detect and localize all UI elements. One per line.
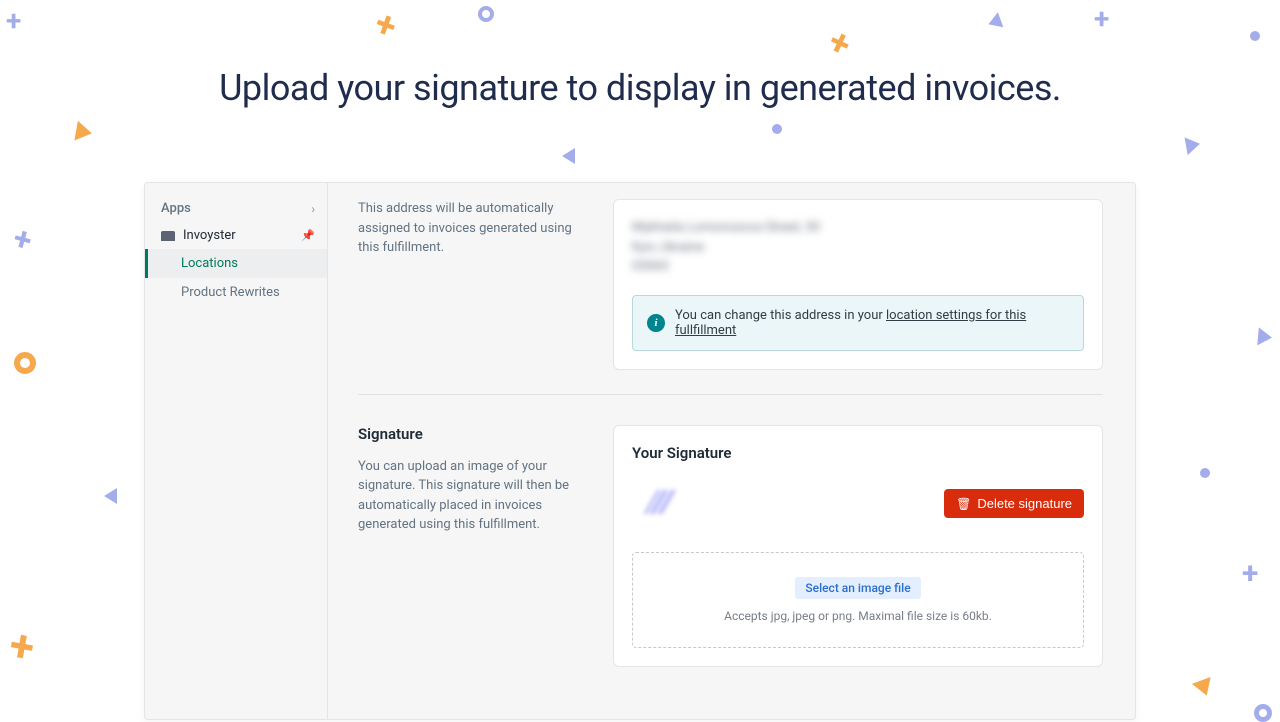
address-section: This address will be automatically assig… [358, 199, 1103, 395]
main-content: This address will be automatically assig… [328, 183, 1135, 719]
signature-section: Signature You can upload an image of you… [358, 425, 1103, 691]
decoration-circle [478, 6, 494, 22]
sidebar-item-locations[interactable]: Locations [145, 249, 327, 278]
decoration-triangle [1192, 677, 1216, 699]
address-description: This address will be automatically assig… [358, 199, 583, 258]
sidebar-app-label: Invoyster [183, 228, 236, 243]
chevron-right-icon: › [311, 202, 315, 216]
decoration-dot [772, 124, 782, 134]
upload-hint: Accepts jpg, jpeg or png. Maximal file s… [657, 609, 1059, 623]
blurred-address: Mykhaila Lomonosova Street, 50 Kyiv, Ukr… [632, 218, 1084, 277]
decoration-triangle [74, 121, 93, 143]
decoration-circle [1254, 704, 1272, 722]
app-window: Apps › Invoyster 📌 Locations Product Rew… [144, 182, 1136, 720]
decoration-triangle [986, 12, 1004, 31]
select-file-button[interactable]: Select an image file [795, 577, 920, 599]
decoration-circle [14, 352, 36, 374]
decoration-plus: + [6, 4, 21, 37]
decoration-triangle [562, 148, 575, 164]
app-icon [161, 231, 175, 241]
info-banner: i You can change this address in your lo… [632, 295, 1084, 351]
decoration-triangle [1185, 135, 1202, 155]
decoration-plus: + [369, 2, 402, 48]
sidebar-item-label: Locations [181, 256, 238, 271]
delete-signature-button[interactable]: 🗑 Delete signature [944, 489, 1084, 518]
signature-heading: Signature [358, 425, 583, 443]
decoration-triangle [1257, 327, 1273, 346]
decoration-plus: + [1242, 556, 1258, 591]
decoration-dot [1200, 468, 1210, 478]
signature-description: You can upload an image of your signatur… [358, 457, 583, 535]
sidebar-item-label: Product Rewrites [181, 285, 280, 300]
upload-dropzone[interactable]: Select an image file Accepts jpg, jpeg o… [632, 552, 1084, 648]
decoration-plus: + [9, 218, 36, 259]
delete-label: Delete signature [977, 496, 1072, 511]
decoration-plus: + [822, 20, 858, 66]
sidebar: Apps › Invoyster 📌 Locations Product Rew… [145, 183, 328, 719]
trash-icon: 🗑 [956, 497, 971, 511]
info-text: You can change this address in your loca… [675, 308, 1069, 338]
sidebar-apps-label: Apps [161, 201, 191, 216]
hero-title: Upload your signature to display in gene… [0, 67, 1280, 109]
decoration-plus: + [6, 618, 39, 673]
your-signature-heading: Your Signature [632, 444, 1084, 462]
address-card: Mykhaila Lomonosova Street, 50 Kyiv, Ukr… [613, 199, 1103, 370]
signature-preview [632, 480, 694, 528]
decoration-plus: + [1094, 2, 1109, 35]
signature-card: Your Signature 🗑 Delete signature Select… [613, 425, 1103, 667]
info-text-prefix: You can change this address in your [675, 308, 886, 323]
sidebar-apps-header[interactable]: Apps › [145, 195, 327, 222]
pin-icon[interactable]: 📌 [301, 229, 315, 242]
sidebar-item-product-rewrites[interactable]: Product Rewrites [145, 278, 327, 307]
decoration-triangle [104, 488, 117, 504]
info-icon: i [647, 314, 665, 332]
decoration-dot [1250, 31, 1260, 41]
sidebar-app-invoyster[interactable]: Invoyster 📌 [145, 222, 327, 249]
signature-row: 🗑 Delete signature [632, 480, 1084, 528]
